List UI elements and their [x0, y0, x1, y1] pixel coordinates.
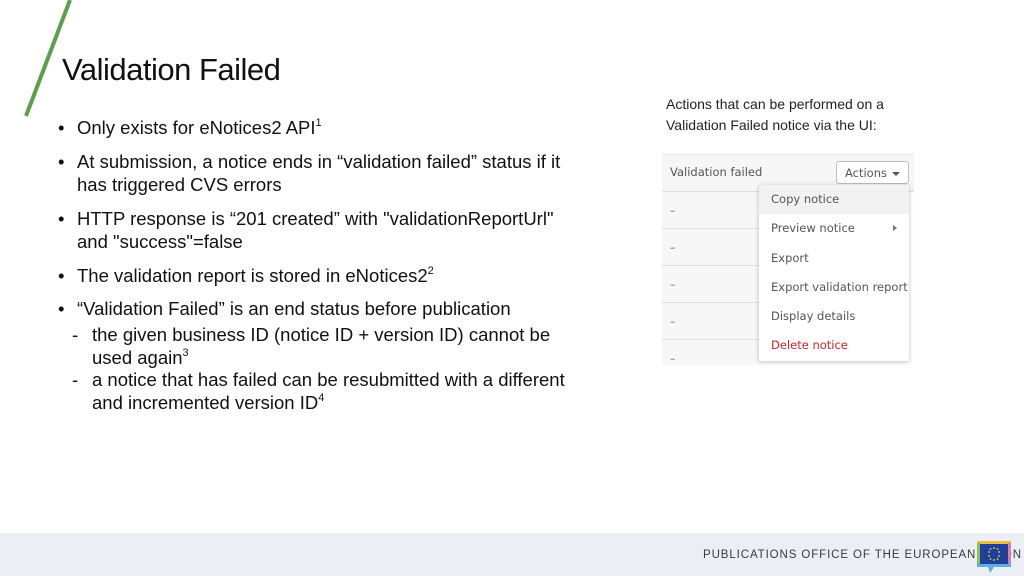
screenshot-caption: Actions that can be performed on a Valid…	[666, 96, 884, 133]
bullet-dot: •	[58, 298, 65, 319]
actions-dropdown-button[interactable]: Actions	[836, 161, 909, 184]
caret-down-icon	[892, 171, 900, 176]
sub-bullet-item: - a notice that has failed can be resubm…	[72, 368, 565, 414]
footnote-ref: 1	[315, 117, 322, 129]
table-row: –	[662, 303, 762, 340]
slide-title: Validation Failed	[62, 52, 281, 87]
sub-bullet-dash: -	[72, 368, 79, 390]
bullet-item: • The validation report is stored in eNo…	[58, 264, 434, 286]
menu-item-export[interactable]: Export	[759, 244, 909, 273]
bullet-item: • “Validation Failed” is an end status b…	[58, 298, 511, 319]
eu-flag-speech-bubble-icon	[977, 541, 1011, 573]
menu-item-preview-notice[interactable]: Preview notice	[759, 214, 909, 243]
table-row: –	[662, 192, 762, 229]
bullet-item: • Only exists for eNotices2 API1	[58, 117, 322, 138]
sub-bullet-dash: -	[72, 323, 79, 345]
bullet-dot: •	[58, 264, 65, 286]
bullet-dot: •	[58, 150, 65, 172]
table-row: –	[662, 229, 762, 266]
footnote-ref: 2	[427, 264, 434, 277]
table-row: –	[670, 352, 676, 365]
footnote-ref: 3	[182, 347, 189, 359]
menu-item-copy-notice[interactable]: Copy notice	[759, 185, 909, 215]
bullet-list: • Only exists for eNotices2 API1 • At su…	[58, 116, 578, 419]
sub-bullet-item: - the given business ID (notice ID + ver…	[72, 323, 551, 369]
caret-right-icon	[893, 225, 897, 232]
bullet-dot: •	[58, 117, 65, 138]
bullet-item: • HTTP response is “201 created” with "v…	[58, 207, 554, 253]
column-header-status: Validation failed	[670, 165, 763, 179]
actions-menu: Copy notice Preview notice Export Export…	[759, 185, 909, 361]
table-row: –	[662, 266, 762, 303]
ui-screenshot-panel: Validation failed Actions – – – – – Copy…	[662, 154, 914, 367]
bullet-item: • At submission, a notice ends in “valid…	[58, 150, 561, 196]
menu-item-export-validation-report[interactable]: Export validation report	[759, 273, 909, 302]
footnote-ref: 4	[318, 392, 325, 404]
menu-item-delete-notice[interactable]: Delete notice	[759, 331, 909, 360]
footer-organization: PUBLICATIONS OFFICE OF THE EUROPEAN UNIO…	[703, 549, 1022, 561]
menu-item-display-details[interactable]: Display details	[759, 302, 909, 331]
bullet-dot: •	[58, 207, 65, 229]
